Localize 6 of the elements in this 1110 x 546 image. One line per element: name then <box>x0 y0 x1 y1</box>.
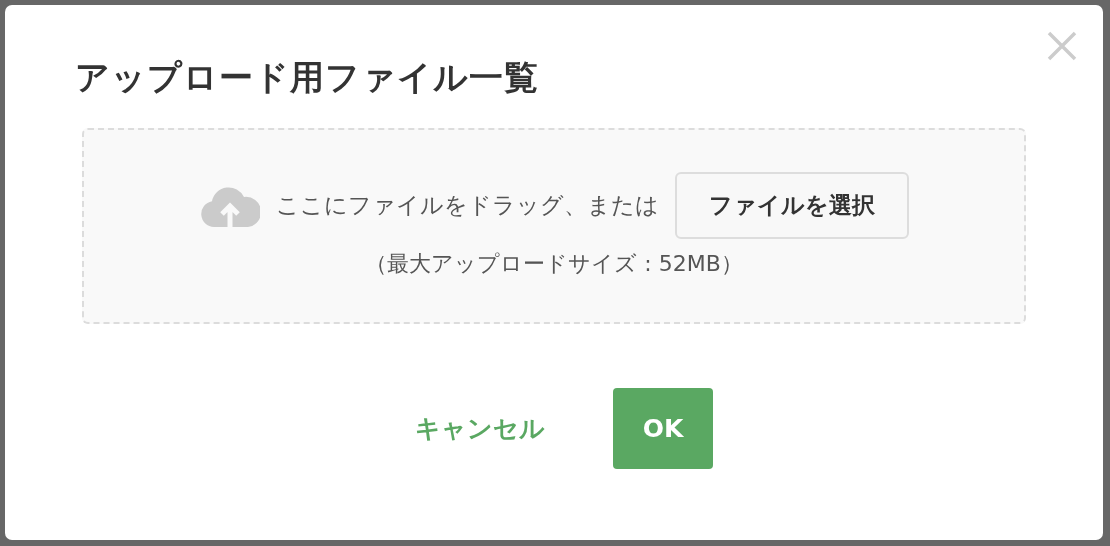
dialog-title: アップロード用ファイル一覧 <box>75 57 540 98</box>
drop-zone[interactable]: ここにファイルをドラッグ、または ファイルを選択 （最大アップロードサイズ : 52MB） <box>82 127 1026 324</box>
close-icon <box>1047 31 1077 61</box>
max-size-note: （最大アップロードサイズ : 52MB） <box>365 249 743 278</box>
drop-instruction: ここにファイルをドラッグ、または <box>275 191 659 221</box>
select-file-button[interactable]: ファイルを選択 <box>674 172 909 239</box>
